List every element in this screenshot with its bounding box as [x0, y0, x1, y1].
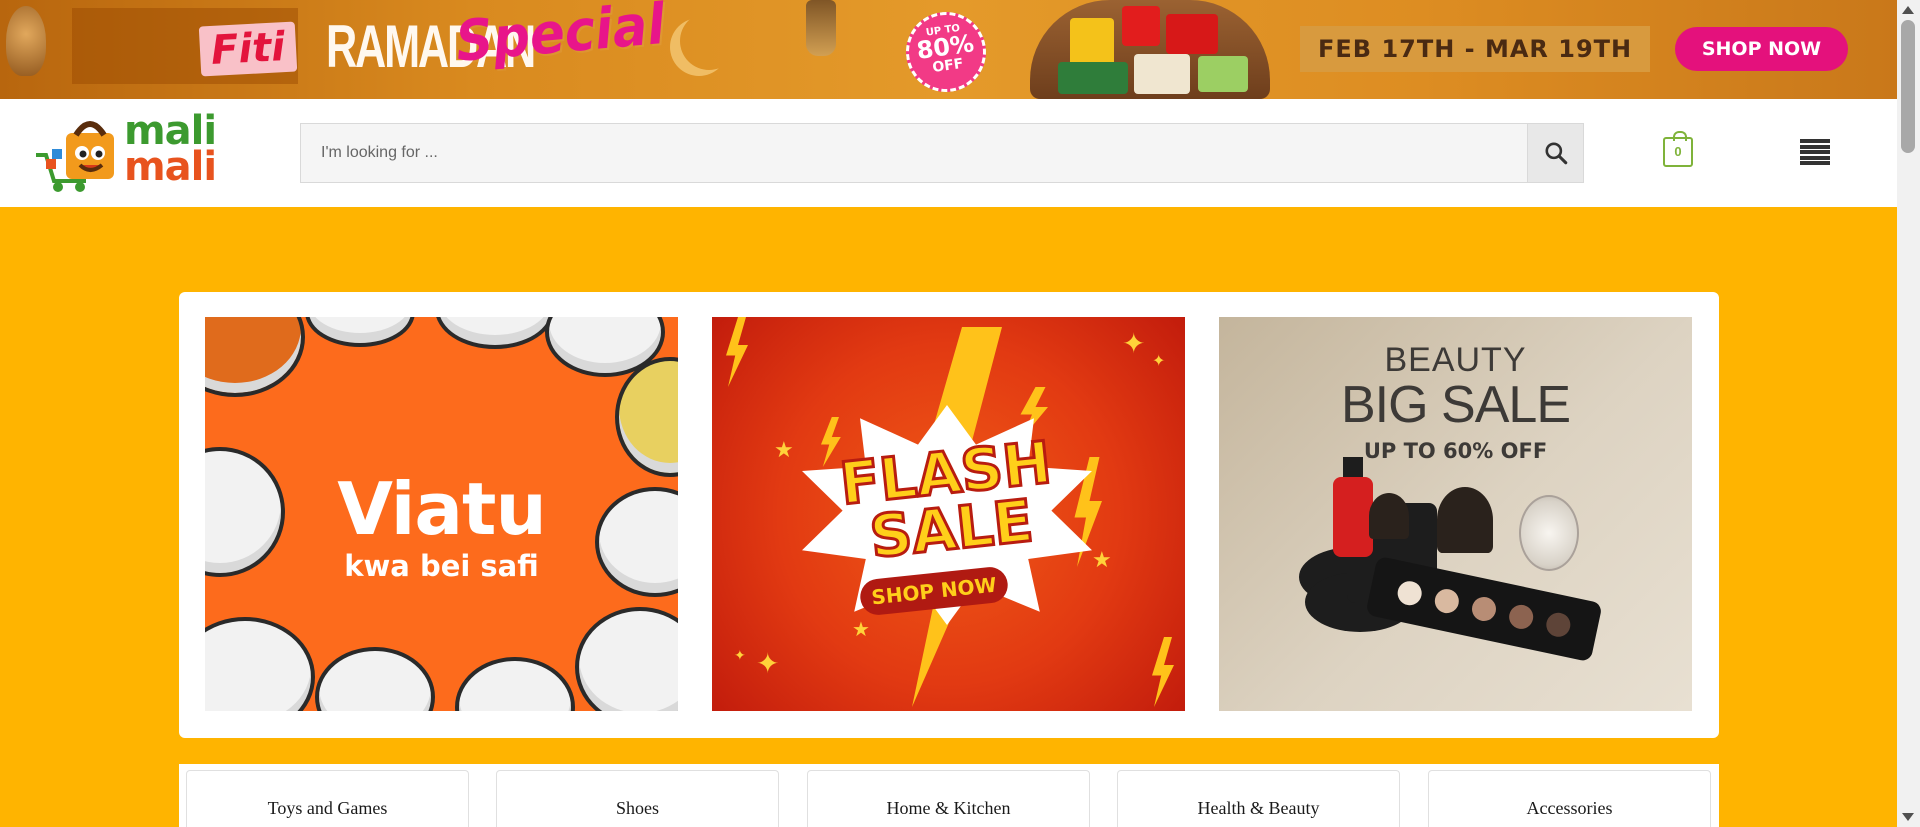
logo-word-bottom: mali	[124, 144, 217, 190]
category-tabs: Toys and Games Shoes Home & Kitchen Heal…	[179, 764, 1719, 827]
category-home-kitchen[interactable]: Home & Kitchen	[807, 770, 1090, 827]
search-bar	[300, 123, 1584, 183]
sneaker-image	[575, 607, 678, 711]
nail-polish-image	[1333, 477, 1373, 557]
crescent-moon-icon	[680, 12, 738, 70]
sneaker-image	[305, 317, 415, 347]
promo-card-flash-sale[interactable]: FLASH SALE SHOP NOW ✦ ✦ ★ ★ ★ ✦ ✦	[712, 317, 1185, 711]
sparkle-icon: ✦	[1152, 353, 1166, 370]
promo-card-beauty[interactable]: BEAUTY BIG SALE UP TO 60% OFF	[1219, 317, 1692, 711]
cart-count-badge: 0	[1674, 144, 1682, 159]
lantern-icon	[806, 0, 836, 56]
promo-cards-panel: Viatu kwa bei safi FLASH SALE SHOP NOW ✦…	[179, 292, 1719, 738]
page-scrollbar[interactable]	[1897, 0, 1920, 827]
discount-badge: UP TO 80% OFF	[900, 6, 992, 98]
lamp-decoration	[6, 6, 46, 76]
sneaker-image	[205, 317, 305, 397]
sneaker-image	[315, 647, 435, 711]
search-icon	[1544, 142, 1567, 165]
sparkle-icon: ✦	[1122, 328, 1146, 359]
lightning-bolt-icon	[726, 317, 748, 387]
sparkle-icon: ✦	[734, 647, 746, 663]
cart-button[interactable]: 0	[1663, 131, 1693, 167]
star-icon: ★	[852, 619, 870, 641]
banner-special-text: Special	[453, 0, 668, 75]
category-shoes[interactable]: Shoes	[496, 770, 779, 827]
ramadan-promo-banner[interactable]: Fiti RAMADAN Special UP TO 80% OFF FEB 1…	[0, 0, 1897, 99]
makeup-brush-icon	[1369, 493, 1409, 539]
site-header: mali mali 0	[0, 99, 1897, 207]
promo-dates: FEB 17TH - MAR 19TH	[1300, 26, 1650, 72]
sparkle-icon: ✦	[756, 648, 780, 679]
fiti-brand-logo: Fiti	[198, 21, 298, 77]
category-toys-and-games[interactable]: Toys and Games	[186, 770, 469, 827]
scroll-up-arrow-icon[interactable]	[1902, 6, 1914, 14]
sneaker-image	[435, 317, 555, 349]
shoes-card-title: Viatu	[337, 467, 546, 551]
sneaker-image	[205, 617, 315, 711]
eyeshadow-palette-image	[1365, 555, 1603, 663]
sneaker-image	[455, 657, 575, 711]
scrollbar-thumb[interactable]	[1901, 20, 1915, 153]
beauty-card-line3: UP TO 60% OFF	[1363, 439, 1548, 463]
search-button[interactable]	[1527, 124, 1583, 182]
shoes-card-subtitle: kwa bei safi	[344, 549, 539, 583]
scroll-down-arrow-icon[interactable]	[1902, 813, 1914, 821]
sneaker-image	[615, 357, 678, 477]
category-health-beauty[interactable]: Health & Beauty	[1117, 770, 1400, 827]
star-icon: ★	[1092, 547, 1112, 572]
lightning-bolt-icon	[1152, 637, 1174, 707]
hamburger-menu-icon[interactable]	[1800, 137, 1830, 167]
promo-card-shoes[interactable]: Viatu kwa bei safi	[205, 317, 678, 711]
makeup-brush-icon	[1437, 487, 1493, 553]
shop-now-button[interactable]: SHOP NOW	[1675, 27, 1848, 71]
mali-mali-logo[interactable]: mali mali	[24, 111, 244, 195]
beauty-card-line2: BIG SALE	[1341, 376, 1571, 434]
category-accessories[interactable]: Accessories	[1428, 770, 1711, 827]
product-basket-image	[1030, 0, 1270, 99]
powder-jar-image	[1519, 495, 1579, 571]
star-icon: ★	[774, 437, 794, 462]
shopping-bag-mascot-icon	[36, 121, 114, 192]
search-input[interactable]	[301, 124, 1527, 182]
